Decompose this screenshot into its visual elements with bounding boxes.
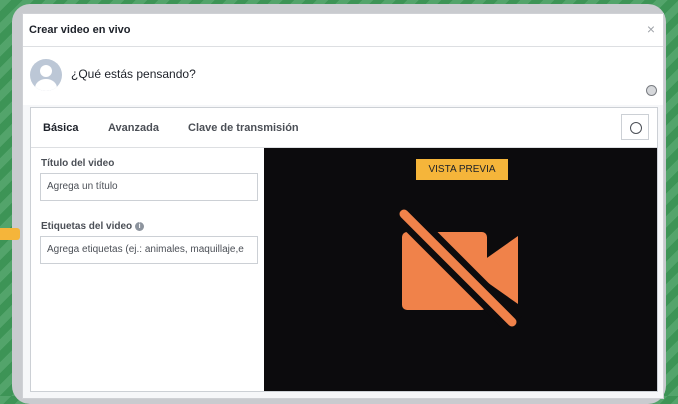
video-preview: VISTA PREVIA [264,148,657,391]
title-label-text: Título del video [41,158,115,169]
callout-connector [0,228,20,240]
avatar-head-icon [40,65,52,77]
camera-off-icon [394,204,522,328]
tab-avanzada[interactable]: Avanzada [108,122,159,134]
preview-badge: VISTA PREVIA [416,159,508,180]
tags-input[interactable]: Agrega etiquetas (ej.: animales, maquill… [40,236,258,264]
settings-panel: Básica Avanzada Clave de transmisión Tít… [30,107,658,392]
option-radio[interactable] [646,85,657,96]
composer-prompt[interactable]: ¿Qué estás pensando? [71,67,196,81]
avatar-body-icon [35,79,57,91]
dialog-header: Crear video en vivo × [23,14,663,47]
close-icon[interactable]: × [647,22,655,36]
tab-basica[interactable]: Básica [43,122,78,134]
tags-label: Etiquetas del video i [41,221,145,232]
avatar [30,59,62,91]
title-label: Título del video [41,158,114,169]
tab-clave-de-transmision[interactable]: Clave de transmisión [188,122,299,134]
tab-bar: Básica Avanzada Clave de transmisión [31,108,657,148]
tab-option-button[interactable] [621,114,649,140]
dialog-title: Crear video en vivo [29,24,131,36]
tags-label-text: Etiquetas del video [41,221,133,232]
info-icon[interactable]: i [135,222,145,231]
live-video-dialog: Crear video en vivo × ¿Qué estás pensand… [22,13,664,399]
composer[interactable]: ¿Qué estás pensando? [23,47,663,105]
title-input[interactable]: Agrega un título [40,173,258,201]
form-column: Título del video Agrega un título Etique… [31,148,264,391]
circle-icon [630,122,642,134]
